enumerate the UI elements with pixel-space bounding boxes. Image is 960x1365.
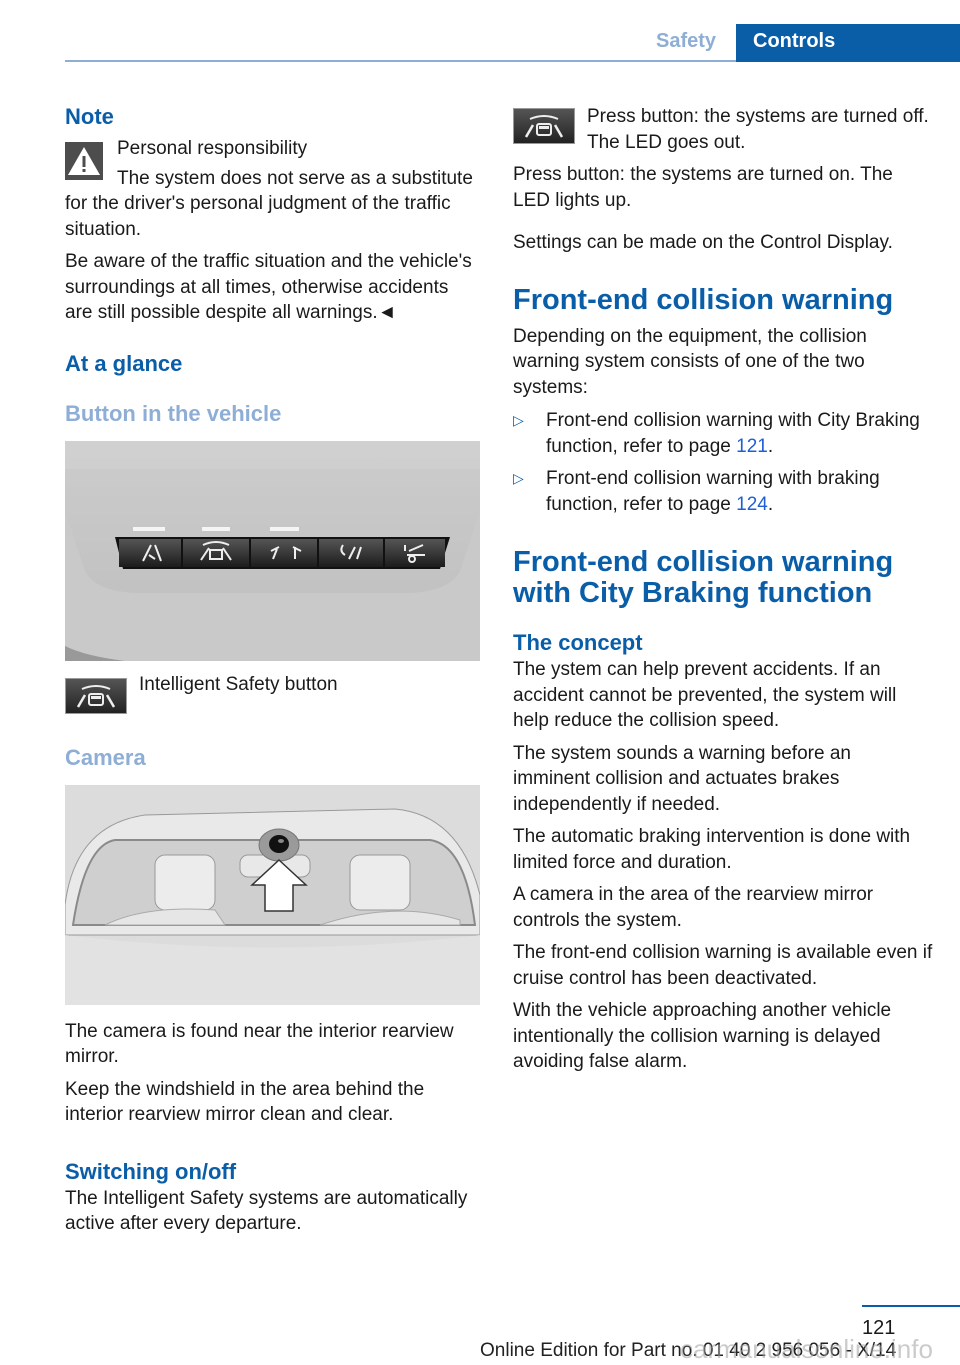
- camera-heading: Camera: [65, 744, 146, 770]
- press-off-text: Press button: the systems are turned off…: [587, 106, 929, 153]
- left-column: Note Personal responsibility The system …: [65, 100, 480, 1237]
- press-off-row: Press button: the systems are turned off…: [513, 100, 933, 155]
- watermark: carmanualsonline.info: [680, 1334, 933, 1364]
- concept-heading: The concept: [513, 630, 643, 655]
- fcw-heading: Front-end collision warning: [513, 283, 894, 316]
- concept-paragraph: The automatic braking intervention is do…: [513, 826, 911, 873]
- note-paragraph-2: Be aware of the traffic situation and th…: [65, 251, 472, 323]
- header-section-tab[interactable]: Safety: [656, 30, 716, 53]
- fcw-list: ▷ Front-end collision warning with City …: [513, 408, 933, 517]
- city-braking-heading: Front-end collision warning with City Br…: [513, 546, 894, 609]
- press-on-text: Press button: the systems are turned on.…: [513, 164, 893, 211]
- camera-paragraph-2: Keep the windshield in the area behind t…: [65, 1078, 425, 1126]
- intelligent-safety-button-icon: [513, 108, 575, 144]
- concept-paragraph: The ystem can help prevent accidents. If…: [513, 659, 897, 731]
- concept-paragraph: The front-end collision warning is avail…: [513, 942, 933, 989]
- concept-paragraph: The system sounds a warning before an im…: [513, 742, 851, 815]
- switching-heading: Switching on/off: [65, 1158, 237, 1184]
- concept-paragraph: A camera in the area of the rearview mir…: [513, 884, 874, 931]
- button-panel-figure: [65, 440, 480, 661]
- triangle-bullet-icon: ▷: [513, 470, 524, 486]
- intelligent-safety-button-icon: [65, 677, 127, 714]
- footer-rule: [862, 1305, 960, 1307]
- list-item: ▷ Front-end collision warning with braki…: [513, 468, 880, 515]
- page-link-124[interactable]: 124: [736, 494, 768, 515]
- at-a-glance-heading: At a glance: [65, 350, 183, 376]
- note-paragraph-1: The system does not serve as a substitut…: [65, 167, 473, 240]
- note-warning-title: Personal responsibility: [117, 138, 308, 159]
- camera-figure: [65, 784, 480, 1005]
- button-caption-row: Intelligent Safety button: [65, 674, 480, 714]
- settings-text: Settings can be made on the Control Disp…: [513, 232, 893, 253]
- list-item: ▷ Front-end collision warning with City …: [513, 410, 920, 457]
- panel-buttons: [119, 538, 445, 567]
- camera-paragraph-1: The camera is found near the interior re…: [65, 1020, 454, 1068]
- warning-icon: [65, 142, 103, 180]
- switching-paragraph: The Intelligent Safety systems are autom…: [65, 1187, 468, 1235]
- concept-paragraph: With the vehicle approaching another veh…: [513, 1000, 892, 1072]
- note-title: Note: [65, 104, 114, 129]
- triangle-bullet-icon: ▷: [513, 412, 524, 428]
- fcw-intro: Depending on the equipment, the collisio…: [513, 325, 867, 398]
- button-heading: Button in the vehicle: [65, 400, 282, 426]
- right-column: Press button: the systems are turned off…: [513, 100, 933, 1075]
- page-link-121[interactable]: 121: [736, 436, 768, 457]
- header-chapter-tab[interactable]: Controls: [736, 24, 960, 62]
- button-caption: Intelligent Safety button: [139, 673, 338, 695]
- note-block: Personal responsibility The system does …: [65, 136, 480, 326]
